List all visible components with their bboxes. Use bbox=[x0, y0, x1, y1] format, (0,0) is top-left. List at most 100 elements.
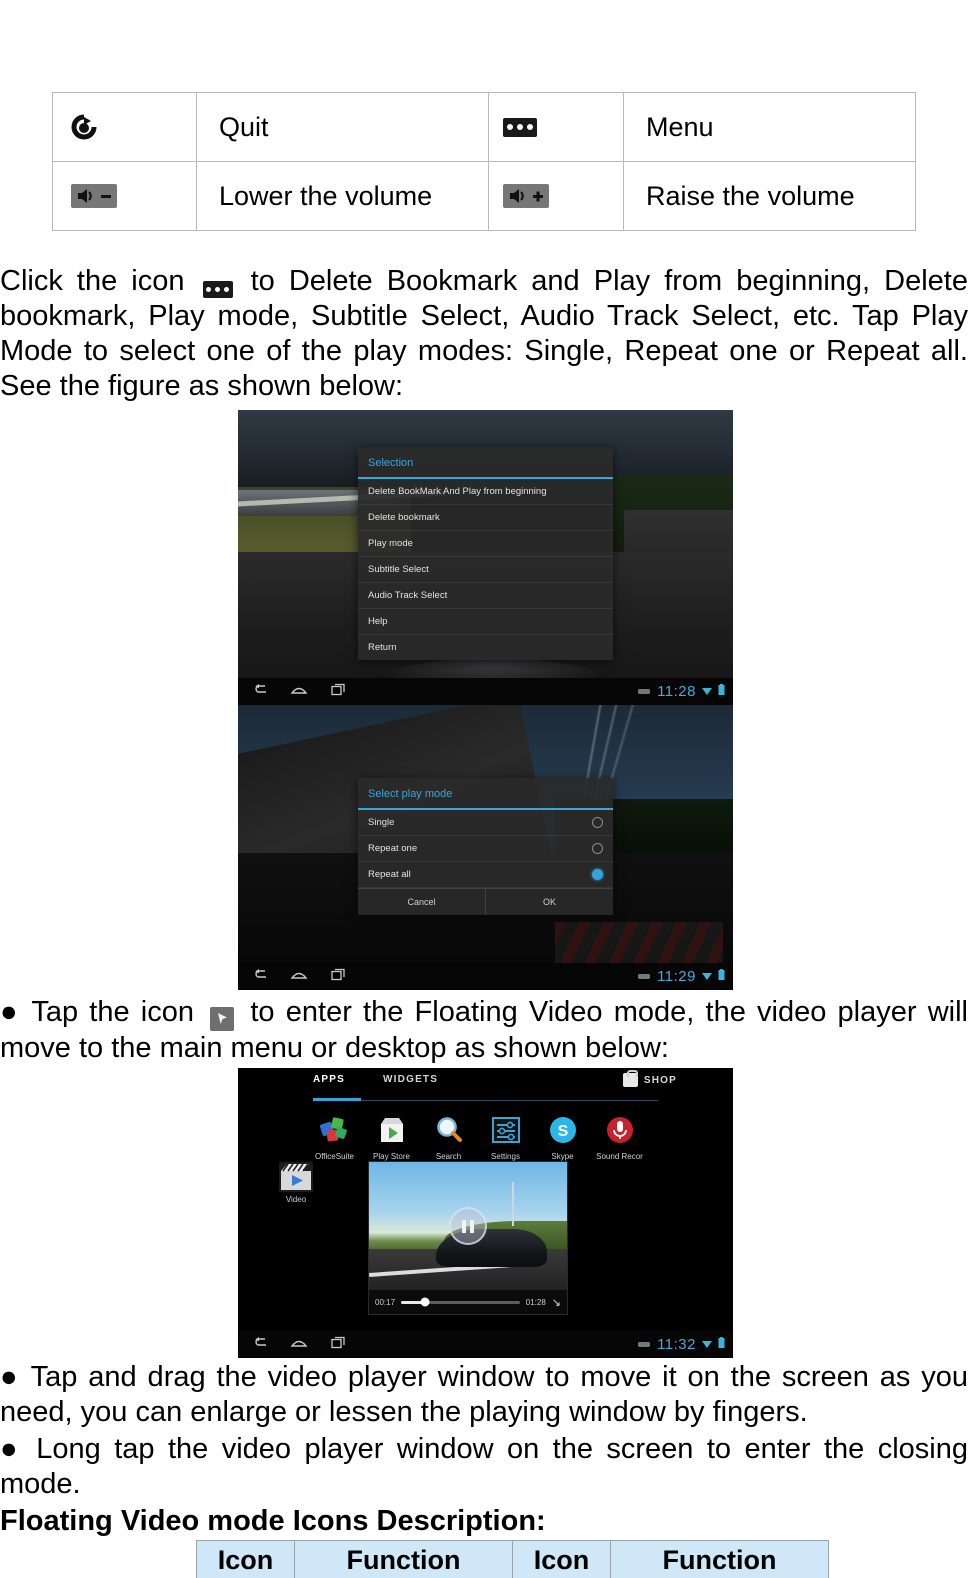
app-play-store[interactable]: Play Store bbox=[363, 1112, 420, 1161]
app-search[interactable]: Search bbox=[420, 1112, 477, 1161]
screenshot-floating-video-launcher: APPS WIDGETS SHOP OfficeSuite Play Store… bbox=[238, 1068, 733, 1358]
android-navigation-bar: 11:32 bbox=[238, 1331, 733, 1358]
menu-item-play-mode[interactable]: Play mode bbox=[358, 531, 613, 557]
dialog-title: Selection bbox=[368, 457, 414, 469]
menu-item-audio-track-select[interactable]: Audio Track Select bbox=[358, 583, 613, 609]
volume-up-function-label: Raise the volume bbox=[623, 161, 916, 231]
menu-item-return[interactable]: Return bbox=[358, 635, 613, 660]
menu-item-subtitle-select[interactable]: Subtitle Select bbox=[358, 557, 613, 583]
duration-time: 01:28 bbox=[525, 1297, 546, 1307]
floating-video-icons-heading: Floating Video mode Icons Description: bbox=[0, 1505, 546, 1537]
dialog-button-row: Cancel OK bbox=[358, 888, 613, 915]
screenshot-select-play-mode: Select play mode Single Repeat one Repea… bbox=[238, 705, 733, 990]
officesuite-icon bbox=[317, 1112, 353, 1148]
paragraph-drag-resize: ● Tap and drag the video player window t… bbox=[0, 1361, 968, 1428]
wifi-icon bbox=[701, 968, 713, 986]
table-header-row: Icon Function Icon Function bbox=[196, 1540, 829, 1578]
usb-icon bbox=[638, 968, 652, 986]
volume-down-function-label: Lower the volume bbox=[196, 161, 489, 231]
play-store-icon bbox=[374, 1112, 410, 1148]
refresh-circle-icon bbox=[71, 114, 97, 140]
icon-function-table-top: Quit Menu Lower the volume Raise the vol… bbox=[52, 92, 916, 231]
menu-item-delete-bookmark-and-play[interactable]: Delete BookMark And Play from beginning bbox=[358, 479, 613, 505]
radio-icon[interactable] bbox=[592, 817, 603, 828]
back-icon[interactable] bbox=[252, 683, 268, 701]
usb-icon bbox=[638, 683, 652, 701]
radio-icon[interactable] bbox=[592, 843, 603, 854]
wifi-icon bbox=[701, 683, 713, 701]
android-navigation-bar: 11:28 bbox=[238, 678, 733, 705]
paragraph-long-tap: ● Long tap the video player window on th… bbox=[0, 1433, 968, 1500]
cancel-button[interactable]: Cancel bbox=[358, 889, 485, 915]
app-label: Search bbox=[435, 1152, 462, 1161]
home-icon[interactable] bbox=[290, 1336, 308, 1354]
volume-up-icon bbox=[503, 184, 549, 208]
screenshot-selection-menu: Selection Delete BookMark And Play from … bbox=[238, 410, 733, 705]
ok-button[interactable]: OK bbox=[485, 889, 613, 915]
radio-option-repeat-all[interactable]: Repeat all bbox=[358, 862, 613, 888]
home-icon[interactable] bbox=[290, 683, 308, 701]
resize-handle-icon[interactable]: ↘ bbox=[552, 1296, 561, 1309]
tab-widgets[interactable]: WIDGETS bbox=[383, 1074, 438, 1085]
table-row: Quit Menu bbox=[52, 92, 916, 162]
app-grid: OfficeSuite Play Store Search Settings S… bbox=[306, 1112, 648, 1161]
menu-dots-icon bbox=[202, 281, 233, 298]
menu-dots-icon bbox=[503, 117, 537, 137]
radio-icon-selected[interactable] bbox=[592, 869, 603, 880]
app-skype[interactable]: S Skype bbox=[534, 1112, 591, 1161]
floating-video-player[interactable]: 00:17 01:28 ↘ bbox=[368, 1161, 568, 1315]
settings-icon bbox=[488, 1112, 524, 1148]
table-row: Lower the volume Raise the volume bbox=[52, 161, 916, 231]
home-icon[interactable] bbox=[290, 968, 308, 986]
back-icon[interactable] bbox=[252, 1336, 268, 1354]
tab-apps[interactable]: APPS bbox=[313, 1074, 345, 1085]
recents-icon[interactable] bbox=[330, 683, 346, 701]
app-video[interactable]: Video bbox=[271, 1162, 321, 1204]
paragraph-2-lead: ● Tap the icon bbox=[0, 996, 194, 1028]
seek-bar[interactable] bbox=[401, 1297, 520, 1307]
player-controls: 00:17 01:28 ↘ bbox=[369, 1290, 567, 1314]
battery-icon bbox=[718, 968, 725, 986]
app-officesuite[interactable]: OfficeSuite bbox=[306, 1112, 363, 1161]
wifi-icon bbox=[701, 1336, 713, 1354]
tabs-divider bbox=[313, 1100, 658, 1101]
status-clock: 11:28 bbox=[657, 683, 696, 700]
quit-function-label: Quit bbox=[196, 92, 489, 162]
play-mode-dialog: Select play mode Single Repeat one Repea… bbox=[358, 778, 613, 915]
menu-function-label: Menu bbox=[623, 92, 916, 162]
option-label: Repeat all bbox=[368, 869, 411, 880]
option-label: Repeat one bbox=[368, 843, 418, 854]
column-header-function-1: Function bbox=[294, 1540, 513, 1578]
app-label: Video bbox=[285, 1195, 307, 1204]
search-icon bbox=[431, 1112, 467, 1148]
column-header-function-2: Function bbox=[610, 1540, 829, 1578]
app-sound-recorder[interactable]: Sound Recor bbox=[591, 1112, 648, 1161]
usb-icon bbox=[638, 1336, 652, 1354]
launcher-tabs: APPS WIDGETS bbox=[313, 1074, 438, 1085]
volume-down-icon-cell bbox=[52, 161, 197, 231]
pause-button[interactable] bbox=[449, 1207, 487, 1245]
video-app-icon bbox=[279, 1162, 313, 1192]
radio-option-single[interactable]: Single bbox=[358, 810, 613, 836]
menu-item-delete-bookmark[interactable]: Delete bookmark bbox=[358, 505, 613, 531]
radio-option-repeat-one[interactable]: Repeat one bbox=[358, 836, 613, 862]
recents-icon[interactable] bbox=[330, 968, 346, 986]
menu-item-help[interactable]: Help bbox=[358, 609, 613, 635]
app-label: Skype bbox=[551, 1152, 574, 1161]
svg-text:S: S bbox=[557, 1123, 568, 1140]
dialog-title: Select play mode bbox=[368, 788, 453, 800]
seek-handle[interactable] bbox=[420, 1297, 430, 1307]
floating-video-cursor-icon bbox=[210, 1007, 235, 1031]
shop-button[interactable]: SHOP bbox=[622, 1070, 677, 1087]
app-label: Settings bbox=[491, 1152, 520, 1161]
recents-icon[interactable] bbox=[330, 1336, 346, 1354]
back-icon[interactable] bbox=[252, 968, 268, 986]
skype-icon: S bbox=[545, 1112, 581, 1148]
floating-video-icons-table: Icon Function Icon Function bbox=[196, 1540, 829, 1578]
video-surface[interactable] bbox=[369, 1162, 567, 1290]
app-settings[interactable]: Settings bbox=[477, 1112, 534, 1161]
manual-page: Quit Menu Lower the volume Raise the vol… bbox=[0, 0, 974, 1578]
app-label: OfficeSuite bbox=[315, 1152, 354, 1161]
sound-recorder-icon bbox=[602, 1112, 638, 1148]
paragraph-1-lead: Click the icon bbox=[0, 265, 185, 297]
